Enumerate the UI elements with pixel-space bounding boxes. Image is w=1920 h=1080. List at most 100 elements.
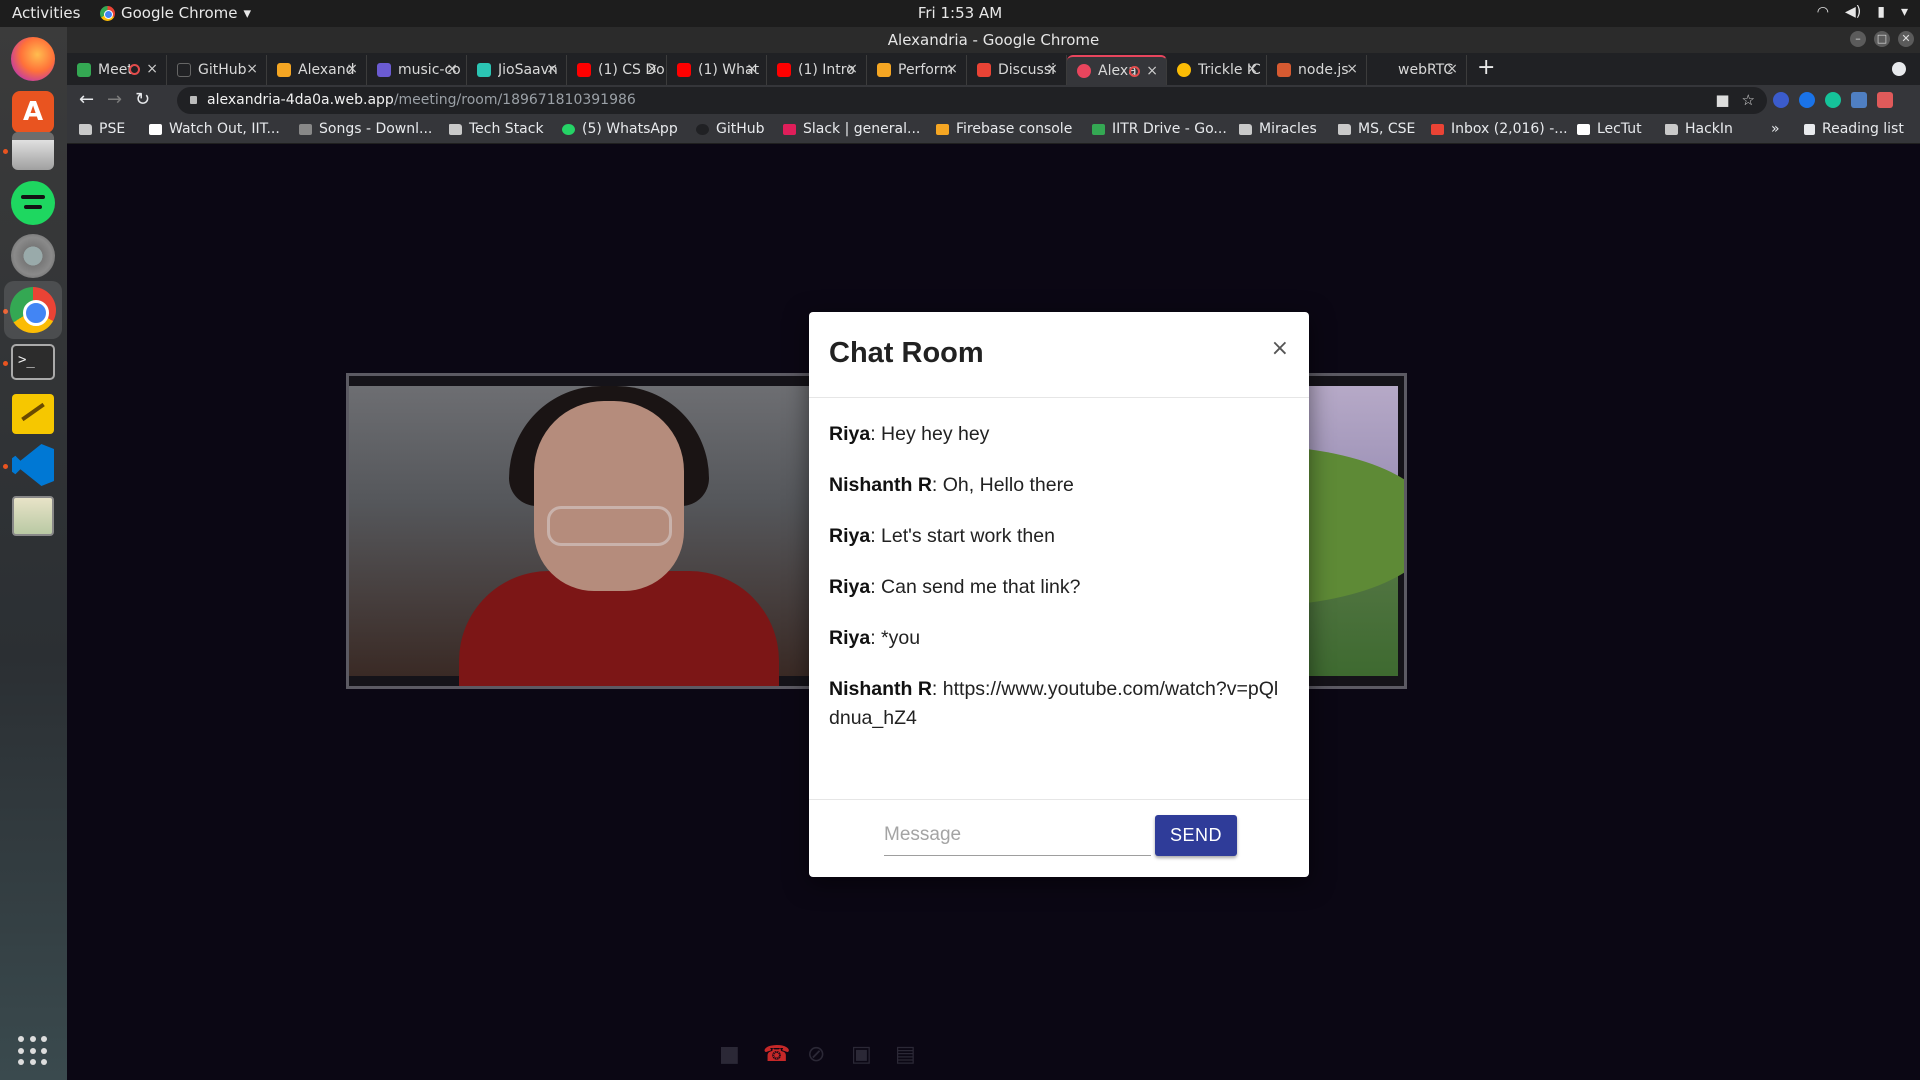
tab-alexandria[interactable]: Alexand × [267, 55, 367, 85]
bookmark-miracles[interactable]: Miracles [1239, 121, 1317, 137]
new-tab-button[interactable]: + [1477, 55, 1495, 80]
chrome-window: Alexandria - Google Chrome – □ ✕ Meet × … [67, 27, 1920, 1080]
dock-vscode[interactable] [9, 441, 57, 489]
bookmark-tech-stack[interactable]: Tech Stack [449, 121, 544, 137]
tab-performance[interactable]: Perform × [867, 55, 967, 85]
dock-chrome[interactable] [4, 281, 62, 339]
close-tab-icon[interactable]: × [446, 61, 458, 77]
extension-icon[interactable] [1773, 92, 1789, 108]
lock-icon[interactable] [190, 96, 197, 104]
youtube-icon [777, 63, 791, 77]
close-icon[interactable]: ✕ [1898, 31, 1914, 47]
camera-in-use-icon[interactable]: ■ [1715, 87, 1729, 114]
dock-spotify[interactable] [9, 179, 57, 227]
browser-toolbar: ← → ↻ alexandria-4da0a.web.app/meeting/r… [67, 85, 1920, 116]
grammarly-icon[interactable] [1825, 92, 1841, 108]
send-button[interactable]: SEND [1155, 815, 1237, 856]
bookmark-github[interactable]: GitHub [696, 121, 765, 137]
dock-files[interactable] [9, 127, 57, 175]
bookmark-slack[interactable]: Slack | general... [783, 121, 920, 137]
close-tab-icon[interactable]: × [846, 61, 858, 77]
clock[interactable]: Fri 1:53 AM [0, 4, 1920, 22]
system-tray[interactable]: ◠ ◀) ▮ ▾ [1817, 4, 1908, 20]
tab-webrtc[interactable]: webRTC × [1367, 55, 1467, 85]
tab-gmail-discussion[interactable]: Discussi × [967, 55, 1067, 85]
tab-youtube-intro[interactable]: (1) Intro × [767, 55, 867, 85]
extension-icon[interactable] [1851, 92, 1867, 108]
tab-nodejs[interactable]: node.js × [1267, 55, 1367, 85]
bookmark-songs[interactable]: Songs - Downl... [299, 121, 432, 137]
close-tab-icon[interactable]: × [246, 61, 258, 77]
tab-youtube-cs[interactable]: (1) CS Do × [567, 55, 667, 85]
message-text: : Hey hey hey [870, 423, 990, 445]
running-indicator [3, 361, 8, 366]
close-tab-icon[interactable]: × [1446, 61, 1458, 77]
bookmark-whatsapp[interactable]: (5) WhatsApp [562, 121, 678, 137]
dock-text-editor[interactable] [9, 390, 57, 438]
participant-video [349, 386, 865, 686]
tab-alexandria-active[interactable]: Alexa × [1067, 55, 1167, 85]
tab-search-icon[interactable] [1892, 62, 1906, 76]
tab-github[interactable]: GitHub × [167, 55, 267, 85]
minimize-icon[interactable]: – [1850, 31, 1866, 47]
bookmark-iitr-drive[interactable]: IITR Drive - Go... [1092, 121, 1227, 137]
dock-terminal[interactable]: >_ [9, 338, 57, 386]
close-tab-icon[interactable]: × [1146, 63, 1158, 79]
extension-icon[interactable] [1799, 92, 1815, 108]
forward-arrow-icon[interactable]: → [107, 89, 122, 110]
reload-icon[interactable]: ↻ [135, 89, 150, 110]
bookmark-favicon [299, 123, 312, 135]
bookmark-inbox[interactable]: Inbox (2,016) -... [1431, 121, 1568, 137]
system-top-bar: Activities Google Chrome ▾ Fri 1:53 AM ◠… [0, 0, 1920, 27]
address-bar[interactable]: alexandria-4da0a.web.app/meeting/room/18… [177, 87, 1767, 114]
close-tab-icon[interactable]: × [346, 61, 358, 77]
bookmark-ms-cse[interactable]: MS, CSE [1338, 121, 1415, 137]
chat-icon[interactable]: ▤ [895, 1042, 916, 1067]
bookmark-firebase[interactable]: Firebase console [936, 121, 1072, 137]
tab-music[interactable]: music-co × [367, 55, 467, 85]
dock-firefox[interactable] [9, 35, 57, 83]
message-input[interactable] [884, 814, 1151, 856]
tab-youtube-what[interactable]: (1) What × [667, 55, 767, 85]
bookmark-hackin[interactable]: HackIn [1665, 121, 1733, 137]
github-icon [696, 123, 709, 135]
show-applications-icon[interactable] [18, 1036, 48, 1066]
tab-jiosaavn[interactable]: JioSaavn × [467, 55, 567, 85]
tools-icon [11, 234, 55, 278]
tab-meet[interactable]: Meet × [67, 55, 167, 85]
back-arrow-icon[interactable]: ← [79, 89, 94, 110]
reading-list-button[interactable]: Reading list [1804, 121, 1904, 137]
mic-off-icon[interactable]: ⊘ [807, 1042, 825, 1067]
close-tab-icon[interactable]: × [1046, 61, 1058, 77]
bookmark-watch-out[interactable]: Watch Out, IIT... [149, 121, 280, 137]
image-viewer-icon [12, 496, 54, 536]
close-tab-icon[interactable]: × [946, 61, 958, 77]
screen-share-off-icon[interactable]: ▣ [851, 1042, 872, 1067]
maximize-icon[interactable]: □ [1874, 31, 1890, 47]
chrome-icon [10, 287, 56, 333]
chat-message: Nishanth R: https://www.youtube.com/watc… [829, 675, 1289, 733]
close-tab-icon[interactable]: × [646, 61, 658, 77]
tab-trickle-ice[interactable]: Trickle IC × [1167, 55, 1267, 85]
close-tab-icon[interactable]: × [546, 61, 558, 77]
bookmark-star-icon[interactable]: ☆ [1742, 87, 1755, 114]
bookmarks-overflow-button[interactable]: » [1771, 121, 1780, 137]
message-sender: Riya [829, 627, 871, 649]
tab-strip: Meet × GitHub × Alexand × music-co × Jio… [67, 53, 1920, 85]
close-tab-icon[interactable]: × [746, 61, 758, 77]
extensions-puzzle-icon[interactable] [1877, 92, 1893, 108]
close-tab-icon[interactable]: × [1346, 61, 1358, 77]
dock-settings-tools[interactable] [9, 232, 57, 280]
bookmark-lectut[interactable]: LecTut [1577, 121, 1642, 137]
dock-image-viewer[interactable] [9, 492, 57, 540]
chat-message: Nishanth R: Oh, Hello there [829, 471, 1289, 500]
close-tab-icon[interactable]: × [146, 61, 158, 77]
close-tab-icon[interactable]: × [1246, 61, 1258, 77]
phone-hangup-icon[interactable]: ☎ [763, 1042, 790, 1067]
close-icon[interactable]: × [1271, 336, 1289, 361]
video-camera-icon[interactable]: ■ [719, 1042, 740, 1067]
bookmark-pse[interactable]: PSE [79, 121, 125, 137]
message-sender: Nishanth R [829, 678, 932, 700]
chat-message: Riya: *you [829, 624, 1289, 653]
vscode-icon [12, 444, 54, 486]
